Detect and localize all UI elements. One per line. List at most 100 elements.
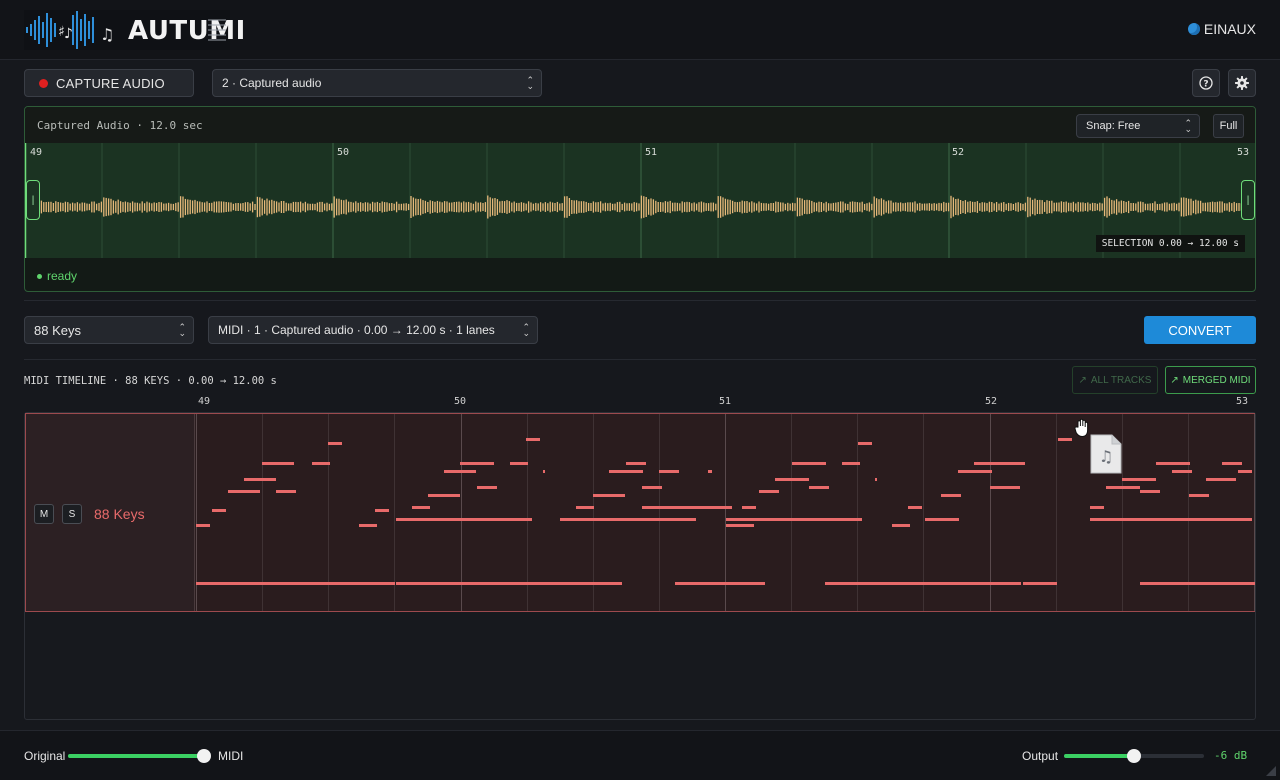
- divider: [24, 300, 1256, 301]
- midi-note[interactable]: [196, 524, 210, 527]
- audio-panel-header: Captured Audio · 12.0 sec Snap: Free ⌃ ⌄ …: [25, 107, 1255, 143]
- midi-note[interactable]: [375, 509, 389, 512]
- mute-button[interactable]: M: [34, 504, 54, 524]
- midi-note[interactable]: [1156, 462, 1190, 465]
- output-db-value: -6 dB: [1214, 749, 1248, 762]
- midi-note[interactable]: [262, 462, 294, 465]
- midi-note[interactable]: [1090, 506, 1104, 509]
- midi-note[interactable]: [444, 470, 476, 473]
- midi-note[interactable]: [726, 518, 862, 521]
- midi-note[interactable]: [412, 506, 430, 509]
- capture-audio-button[interactable]: CAPTURE AUDIO: [24, 69, 194, 97]
- midi-note[interactable]: [428, 494, 460, 497]
- midi-note[interactable]: [1090, 518, 1252, 521]
- midi-note[interactable]: [593, 494, 625, 497]
- midi-note[interactable]: [228, 490, 260, 493]
- midi-note[interactable]: [460, 462, 494, 465]
- selection-end-handle[interactable]: |: [1241, 180, 1255, 220]
- logo-lines-icon: [208, 19, 226, 41]
- output-slider-thumb[interactable]: [1127, 749, 1141, 763]
- selection-start-handle[interactable]: |: [26, 180, 40, 220]
- drag-arrow-icon: ↗: [1078, 374, 1087, 386]
- instrument-select[interactable]: 88 Keys ⌃ ⌄: [24, 316, 194, 344]
- mix-slider-thumb[interactable]: [197, 749, 211, 763]
- merged-midi-button[interactable]: ↗ MERGED MIDI: [1165, 366, 1256, 394]
- midi-note[interactable]: [908, 506, 922, 509]
- status-text: ready: [47, 269, 78, 283]
- convert-button[interactable]: CONVERT: [1144, 316, 1256, 344]
- snap-select[interactable]: Snap: Free ⌃ ⌄: [1076, 114, 1200, 138]
- midi-lane[interactable]: M S 88 Keys: [25, 413, 1255, 612]
- help-button[interactable]: ?: [1192, 69, 1220, 97]
- midi-note[interactable]: [1007, 462, 1025, 465]
- midi-label: MIDI: [218, 749, 244, 763]
- midi-note[interactable]: [609, 470, 643, 473]
- mix-slider-fill: [68, 754, 204, 758]
- full-view-button[interactable]: Full: [1213, 114, 1244, 138]
- midi-note[interactable]: [626, 462, 646, 465]
- midi-note[interactable]: [196, 582, 395, 585]
- midi-note[interactable]: [941, 494, 961, 497]
- midi-note[interactable]: [244, 478, 276, 481]
- output-label: Output: [1022, 749, 1059, 763]
- solo-button[interactable]: S: [62, 504, 82, 524]
- midi-note[interactable]: [312, 462, 330, 465]
- all-tracks-label: ALL TRACKS: [1090, 374, 1152, 386]
- midi-note[interactable]: [1106, 486, 1140, 489]
- midi-note[interactable]: [576, 506, 594, 509]
- midi-note[interactable]: [1122, 478, 1156, 481]
- midi-note[interactable]: [526, 438, 540, 441]
- midi-note[interactable]: [1140, 582, 1255, 585]
- midi-note[interactable]: [560, 518, 696, 521]
- grab-cursor-icon: [1074, 418, 1089, 438]
- midi-note[interactable]: [396, 582, 622, 585]
- all-tracks-button[interactable]: ↗ ALL TRACKS: [1072, 366, 1158, 394]
- bar-label: 51: [645, 147, 658, 158]
- midi-source-select[interactable]: MIDI · 1 · Captured audio · 0.00 → 12.00…: [208, 316, 538, 344]
- audio-source-select[interactable]: 2 · Captured audio ⌃ ⌄: [212, 69, 542, 97]
- settings-button[interactable]: [1228, 69, 1256, 97]
- midi-note[interactable]: [726, 524, 754, 527]
- midi-note[interactable]: [925, 518, 959, 521]
- midi-note[interactable]: [990, 486, 1020, 489]
- midi-note[interactable]: [1238, 470, 1252, 473]
- midi-note[interactable]: [477, 486, 497, 489]
- midi-note[interactable]: [642, 506, 732, 509]
- midi-note[interactable]: [1140, 490, 1160, 493]
- midi-note[interactable]: [328, 442, 342, 445]
- midi-note[interactable]: [775, 478, 809, 481]
- midi-note[interactable]: [974, 462, 1008, 465]
- midi-note[interactable]: [1206, 478, 1236, 481]
- midi-note[interactable]: [875, 478, 877, 481]
- midi-note[interactable]: [675, 582, 765, 585]
- midi-note[interactable]: [1058, 438, 1072, 441]
- audio-source-value: 2 · Captured audio: [222, 76, 322, 90]
- midi-note[interactable]: [543, 470, 545, 473]
- midi-note[interactable]: [510, 462, 528, 465]
- waveform-view[interactable]: 49 50 51 52 53 | | SELECTION 0.00 → 12.0…: [25, 143, 1255, 258]
- midi-note[interactable]: [212, 509, 226, 512]
- midi-note[interactable]: [842, 462, 860, 465]
- midi-note[interactable]: [708, 470, 712, 473]
- midi-note[interactable]: [396, 518, 532, 521]
- midi-note[interactable]: [659, 470, 679, 473]
- midi-note[interactable]: [1023, 582, 1057, 585]
- midi-note[interactable]: [958, 470, 992, 473]
- midi-note[interactable]: [892, 524, 910, 527]
- midi-note[interactable]: [925, 582, 999, 585]
- midi-note[interactable]: [809, 486, 829, 489]
- midi-note[interactable]: [642, 486, 662, 489]
- midi-note[interactable]: [858, 442, 872, 445]
- midi-note[interactable]: [276, 490, 296, 493]
- midi-note[interactable]: [759, 490, 779, 493]
- midi-note[interactable]: [1222, 462, 1242, 465]
- midi-note[interactable]: [1189, 494, 1209, 497]
- bar-label: 49: [30, 147, 43, 158]
- resize-grip-icon[interactable]: [1266, 766, 1276, 776]
- midi-note[interactable]: [792, 462, 826, 465]
- status-indicator: ready: [37, 269, 77, 283]
- midi-note[interactable]: [359, 524, 377, 527]
- midi-note[interactable]: [1172, 470, 1192, 473]
- svg-text:♫: ♫: [1099, 447, 1113, 466]
- midi-note[interactable]: [742, 506, 756, 509]
